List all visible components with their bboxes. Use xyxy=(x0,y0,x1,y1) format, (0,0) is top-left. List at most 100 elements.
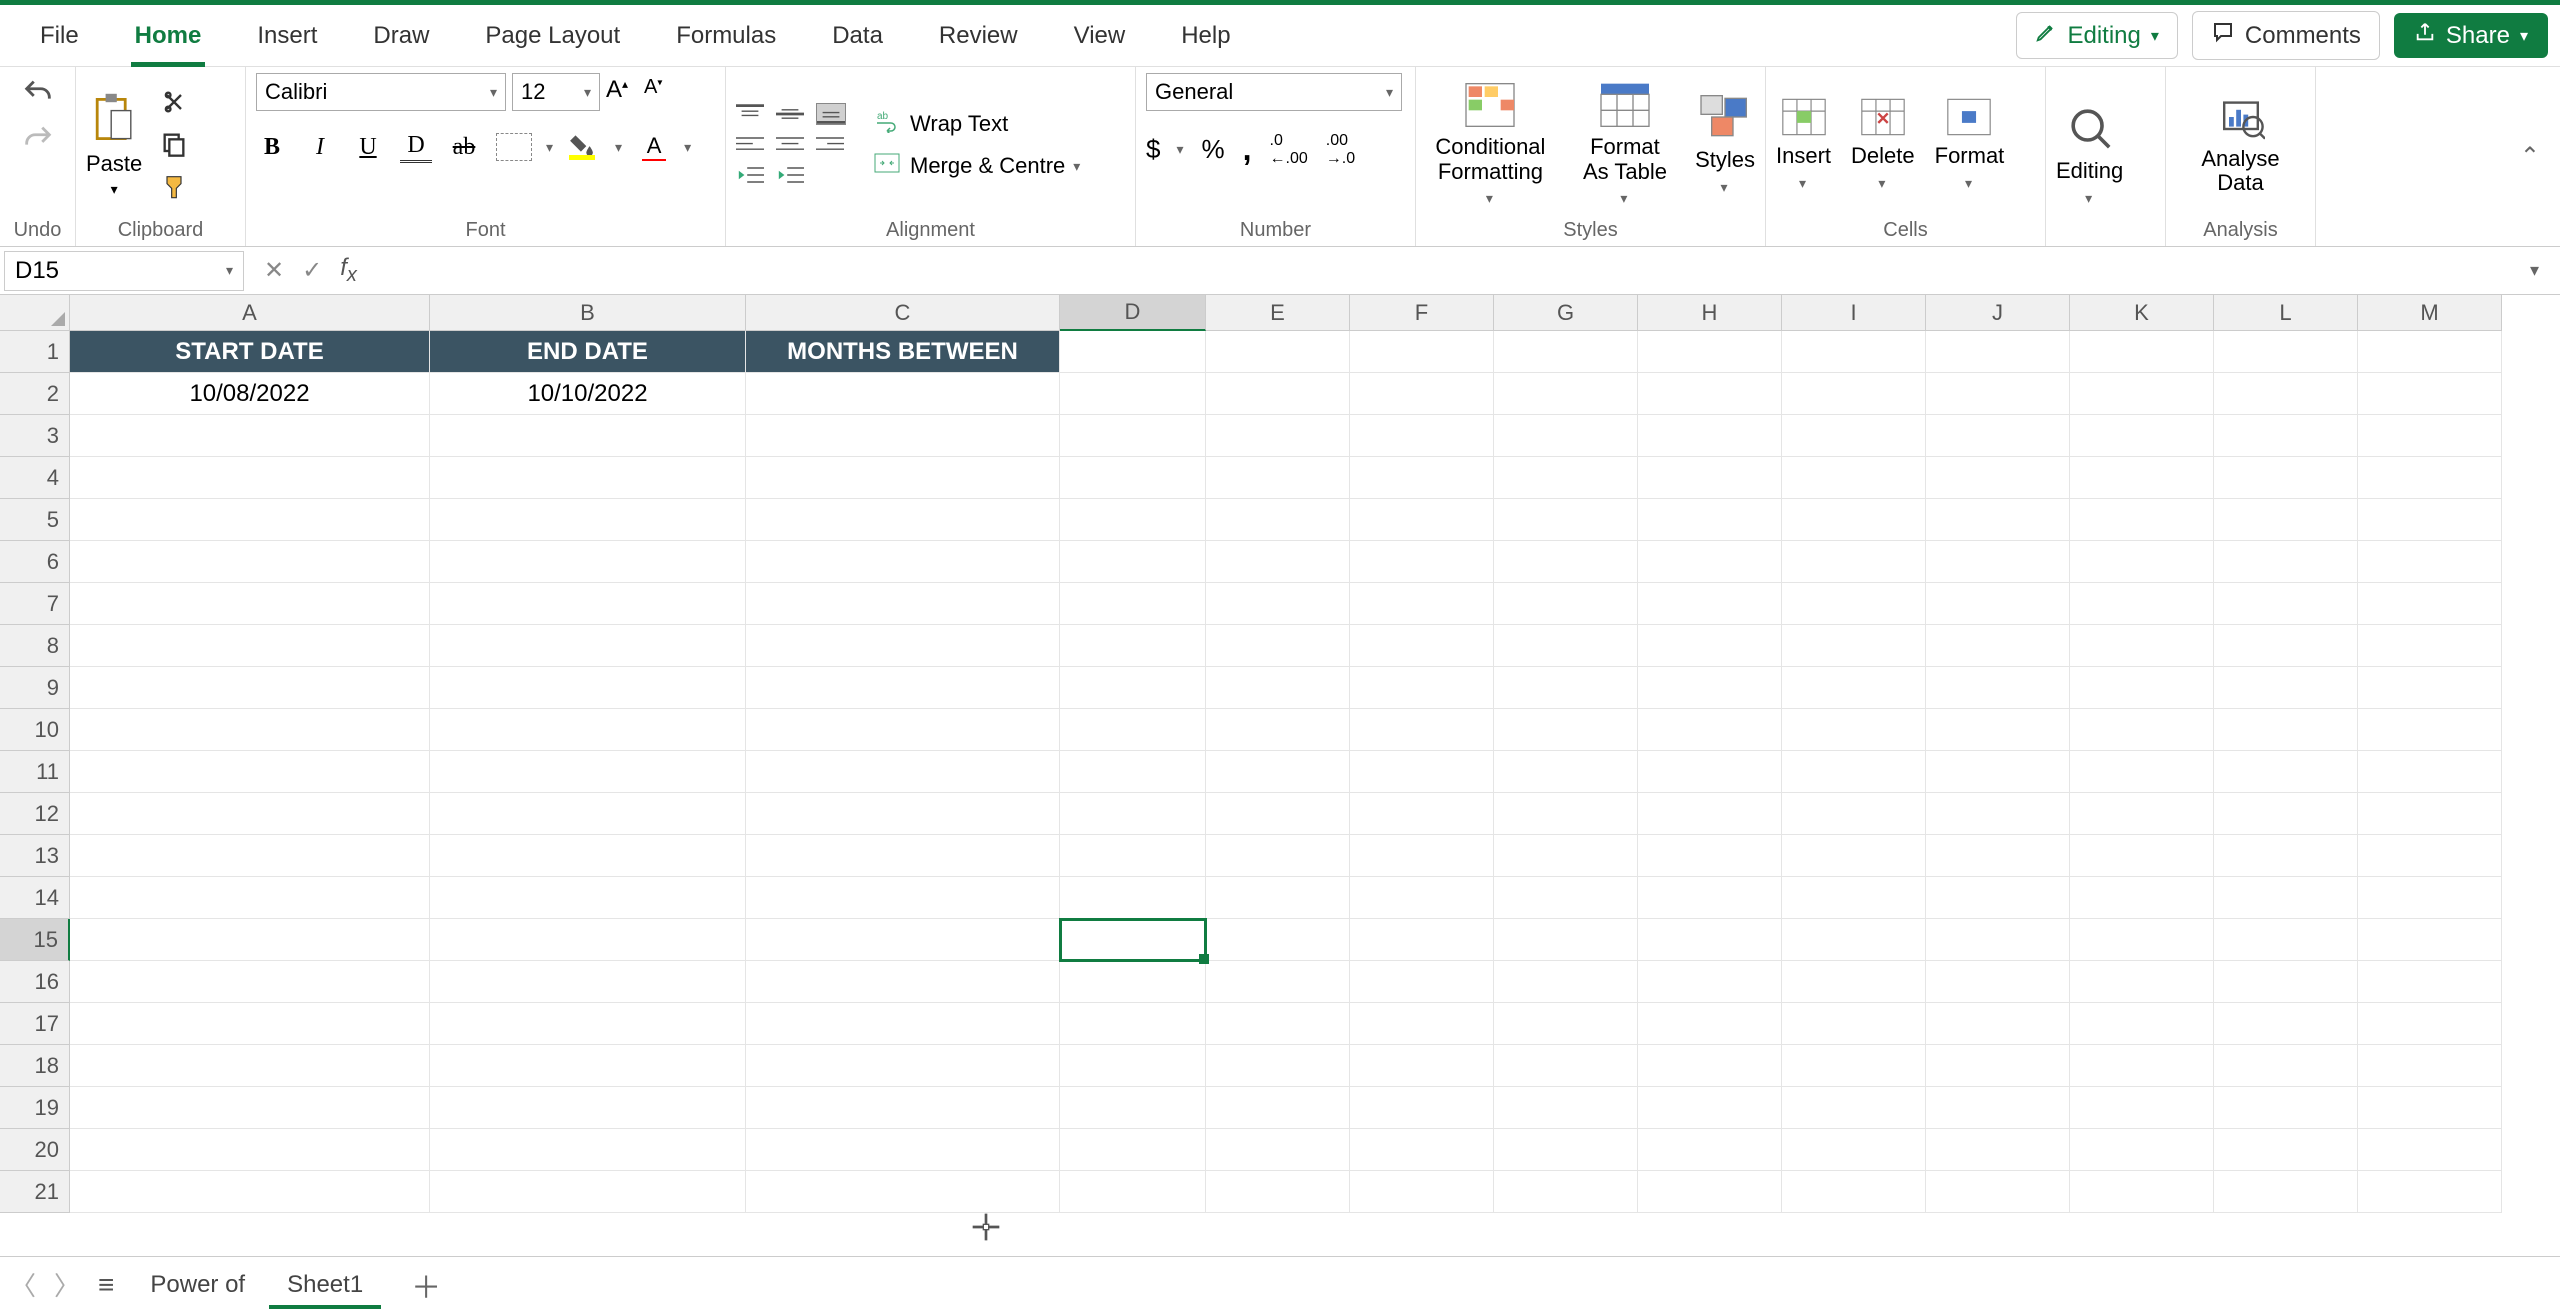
row-header-13[interactable]: 13 xyxy=(0,835,70,877)
cell-H11[interactable] xyxy=(1638,751,1782,793)
cell-E15[interactable] xyxy=(1206,919,1350,961)
cell-K18[interactable] xyxy=(2070,1045,2214,1087)
cell-F4[interactable] xyxy=(1350,457,1494,499)
row-header-1[interactable]: 1 xyxy=(0,331,70,373)
cell-I20[interactable] xyxy=(1782,1129,1926,1171)
cell-D6[interactable] xyxy=(1060,541,1206,583)
cell-E10[interactable] xyxy=(1206,709,1350,751)
cell-M15[interactable] xyxy=(2358,919,2502,961)
cell-G13[interactable] xyxy=(1494,835,1638,877)
cell-B17[interactable] xyxy=(430,1003,746,1045)
cell-D4[interactable] xyxy=(1060,457,1206,499)
cell-L2[interactable] xyxy=(2214,373,2358,415)
cell-I9[interactable] xyxy=(1782,667,1926,709)
cell-L16[interactable] xyxy=(2214,961,2358,1003)
cell-G18[interactable] xyxy=(1494,1045,1638,1087)
cell-L19[interactable] xyxy=(2214,1087,2358,1129)
cell-E3[interactable] xyxy=(1206,415,1350,457)
column-header-C[interactable]: C xyxy=(746,295,1060,331)
cell-H10[interactable] xyxy=(1638,709,1782,751)
increase-indent-button[interactable] xyxy=(776,165,804,185)
cell-J5[interactable] xyxy=(1926,499,2070,541)
comma-format-button[interactable]: , xyxy=(1243,131,1252,168)
cell-E7[interactable] xyxy=(1206,583,1350,625)
cell-K5[interactable] xyxy=(2070,499,2214,541)
cell-I17[interactable] xyxy=(1782,1003,1926,1045)
cell-I1[interactable] xyxy=(1782,331,1926,373)
cell-J3[interactable] xyxy=(1926,415,2070,457)
cell-H21[interactable] xyxy=(1638,1171,1782,1213)
cell-B2[interactable]: 10/10/2022 xyxy=(430,373,746,415)
cell-H1[interactable] xyxy=(1638,331,1782,373)
column-header-D[interactable]: D xyxy=(1060,295,1206,331)
cell-K7[interactable] xyxy=(2070,583,2214,625)
cell-M21[interactable] xyxy=(2358,1171,2502,1213)
name-box[interactable]: D15 ▾ xyxy=(4,251,244,291)
delete-cells-button[interactable]: Delete▾ xyxy=(1851,97,1915,192)
sheet-tab-power-of[interactable]: Power of xyxy=(132,1263,263,1307)
cell-E9[interactable] xyxy=(1206,667,1350,709)
spreadsheet-grid[interactable]: ABCDEFGHIJKLM 1START DATEEND DATEMONTHS … xyxy=(0,295,2560,1256)
cell-B18[interactable] xyxy=(430,1045,746,1087)
cell-K2[interactable] xyxy=(2070,373,2214,415)
grow-font-button[interactable]: A▴ xyxy=(606,76,638,108)
cell-C14[interactable] xyxy=(746,877,1060,919)
cell-M16[interactable] xyxy=(2358,961,2502,1003)
cell-J7[interactable] xyxy=(1926,583,2070,625)
row-header-19[interactable]: 19 xyxy=(0,1087,70,1129)
row-header-15[interactable]: 15 xyxy=(0,919,70,961)
increase-decimal-button[interactable]: .0←.00 xyxy=(1270,132,1308,168)
row-header-20[interactable]: 20 xyxy=(0,1129,70,1171)
cell-E6[interactable] xyxy=(1206,541,1350,583)
cell-M18[interactable] xyxy=(2358,1045,2502,1087)
cell-M6[interactable] xyxy=(2358,541,2502,583)
cell-D19[interactable] xyxy=(1060,1087,1206,1129)
cell-L8[interactable] xyxy=(2214,625,2358,667)
cell-F21[interactable] xyxy=(1350,1171,1494,1213)
cell-K9[interactable] xyxy=(2070,667,2214,709)
cell-H15[interactable] xyxy=(1638,919,1782,961)
cell-K21[interactable] xyxy=(2070,1171,2214,1213)
cell-K8[interactable] xyxy=(2070,625,2214,667)
cell-L4[interactable] xyxy=(2214,457,2358,499)
cell-G3[interactable] xyxy=(1494,415,1638,457)
cell-J9[interactable] xyxy=(1926,667,2070,709)
fx-button[interactable]: fx xyxy=(340,254,357,287)
cell-H17[interactable] xyxy=(1638,1003,1782,1045)
cell-G5[interactable] xyxy=(1494,499,1638,541)
cell-D17[interactable] xyxy=(1060,1003,1206,1045)
cell-E19[interactable] xyxy=(1206,1087,1350,1129)
all-sheets-button[interactable]: ≡ xyxy=(98,1269,114,1301)
cell-A12[interactable] xyxy=(70,793,430,835)
percent-format-button[interactable]: % xyxy=(1202,134,1225,165)
decrease-decimal-button[interactable]: .00→.0 xyxy=(1326,132,1355,168)
cell-F8[interactable] xyxy=(1350,625,1494,667)
row-header-21[interactable]: 21 xyxy=(0,1171,70,1213)
cell-C1[interactable]: MONTHS BETWEEN xyxy=(746,331,1060,373)
cut-button[interactable] xyxy=(158,86,190,118)
cell-G8[interactable] xyxy=(1494,625,1638,667)
cell-L15[interactable] xyxy=(2214,919,2358,961)
cell-I3[interactable] xyxy=(1782,415,1926,457)
cell-A20[interactable] xyxy=(70,1129,430,1171)
cell-G12[interactable] xyxy=(1494,793,1638,835)
cell-L17[interactable] xyxy=(2214,1003,2358,1045)
cell-A5[interactable] xyxy=(70,499,430,541)
cell-C15[interactable] xyxy=(746,919,1060,961)
cell-H14[interactable] xyxy=(1638,877,1782,919)
menu-tab-page-layout[interactable]: Page Layout xyxy=(457,5,648,67)
cell-C20[interactable] xyxy=(746,1129,1060,1171)
cell-C3[interactable] xyxy=(746,415,1060,457)
menu-tab-home[interactable]: Home xyxy=(107,5,230,67)
menu-tab-data[interactable]: Data xyxy=(804,5,911,67)
sheet-nav-prev-button[interactable]: 〈 xyxy=(10,1266,36,1303)
row-header-7[interactable]: 7 xyxy=(0,583,70,625)
cell-D16[interactable] xyxy=(1060,961,1206,1003)
cell-D12[interactable] xyxy=(1060,793,1206,835)
cell-K20[interactable] xyxy=(2070,1129,2214,1171)
cell-F6[interactable] xyxy=(1350,541,1494,583)
cell-C12[interactable] xyxy=(746,793,1060,835)
cell-D13[interactable] xyxy=(1060,835,1206,877)
menu-tab-file[interactable]: File xyxy=(12,5,107,67)
format-as-table-button[interactable]: Format As Table▾ xyxy=(1579,81,1671,206)
